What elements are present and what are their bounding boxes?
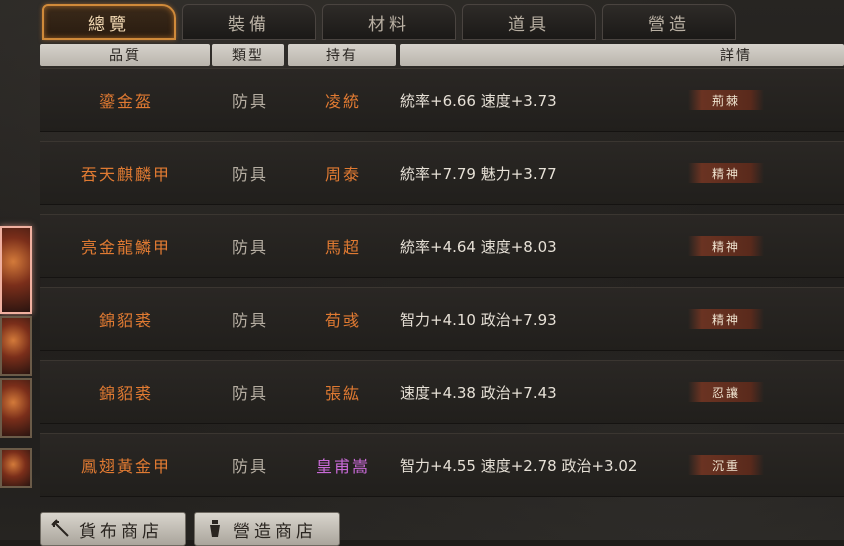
item-type: 防具 [231,238,268,257]
trident-icon [49,517,73,541]
hero-portrait[interactable] [0,448,32,488]
trait-badge[interactable]: 精神 [688,163,764,183]
table-row[interactable]: 錦貂裘 防具 荀彧 智力+4.10 政治+7.93 精神 [40,287,844,351]
build-shop-button[interactable]: 營造商店 [194,512,340,546]
table-row[interactable]: 鎏金盔 防具 凌統 統率+6.66 速度+3.73 荊棘 [40,68,844,132]
trait-badge[interactable]: 荊棘 [688,90,764,110]
item-owner: 周泰 [324,165,361,184]
table-header: 品質 類型 持有 詳情 [40,44,844,66]
header-type[interactable]: 類型 [212,44,284,66]
item-owner: 凌統 [324,92,361,111]
goods-shop-label: 貨布商店 [79,521,163,542]
trait-badge[interactable]: 沉重 [688,455,764,475]
item-name: 亮金龍鱗甲 [80,238,171,257]
table-row[interactable]: 吞天麒麟甲 防具 周泰 統率+7.79 魅力+3.77 精神 [40,141,844,205]
item-owner: 荀彧 [324,311,361,330]
item-name: 鎏金盔 [98,92,153,111]
item-stats: 速度+4.38 政治+7.43 [400,383,557,402]
item-name: 吞天麒麟甲 [80,165,171,184]
item-stats: 統率+6.66 速度+3.73 [400,91,557,110]
table-row[interactable]: 錦貂裘 防具 張紘 速度+4.38 政治+7.43 忍讓 [40,360,844,424]
item-stats: 統率+7.79 魅力+3.77 [400,164,557,183]
item-owner: 皇甫嵩 [315,457,370,476]
tab-equipment[interactable]: 裝備 [182,4,316,40]
category-tabs: 總覽 裝備 材料 道具 營造 [42,4,842,42]
goods-shop-button[interactable]: 貨布商店 [40,512,186,546]
item-type: 防具 [231,92,268,111]
header-quality[interactable]: 品質 [40,44,210,66]
item-stats: 智力+4.10 政治+7.93 [400,310,557,329]
tab-overview[interactable]: 總覽 [42,4,176,40]
tab-materials[interactable]: 材料 [322,4,456,40]
tab-construction[interactable]: 營造 [602,4,736,40]
item-name: 鳳翅黃金甲 [80,457,171,476]
item-owner: 張紘 [324,384,361,403]
trait-badge[interactable]: 精神 [688,236,764,256]
tab-items[interactable]: 道具 [462,4,596,40]
table-row[interactable]: 亮金龍鱗甲 防具 馬超 統率+4.64 速度+8.03 精神 [40,214,844,278]
hero-portrait[interactable] [0,378,32,438]
item-type: 防具 [231,311,268,330]
item-type: 防具 [231,384,268,403]
hero-portrait-selected[interactable] [0,226,32,314]
item-owner: 馬超 [324,238,361,257]
trait-badge[interactable]: 精神 [688,309,764,329]
trait-badge[interactable]: 忍讓 [688,382,764,402]
item-type: 防具 [231,165,268,184]
build-shop-label: 營造商店 [233,521,317,542]
item-stats: 智力+4.55 速度+2.78 政治+3.02 [400,456,638,475]
table-row[interactable]: 鳳翅黃金甲 防具 皇甫嵩 智力+4.55 速度+2.78 政治+3.02 沉重 [40,433,844,497]
lantern-icon [203,517,227,541]
header-owner[interactable]: 持有 [288,44,396,66]
header-details: 詳情 [400,44,844,66]
item-name: 錦貂裘 [98,384,153,403]
item-type: 防具 [231,457,268,476]
item-stats: 統率+4.64 速度+8.03 [400,237,557,256]
hero-portrait[interactable] [0,316,32,376]
item-name: 錦貂裘 [98,311,153,330]
